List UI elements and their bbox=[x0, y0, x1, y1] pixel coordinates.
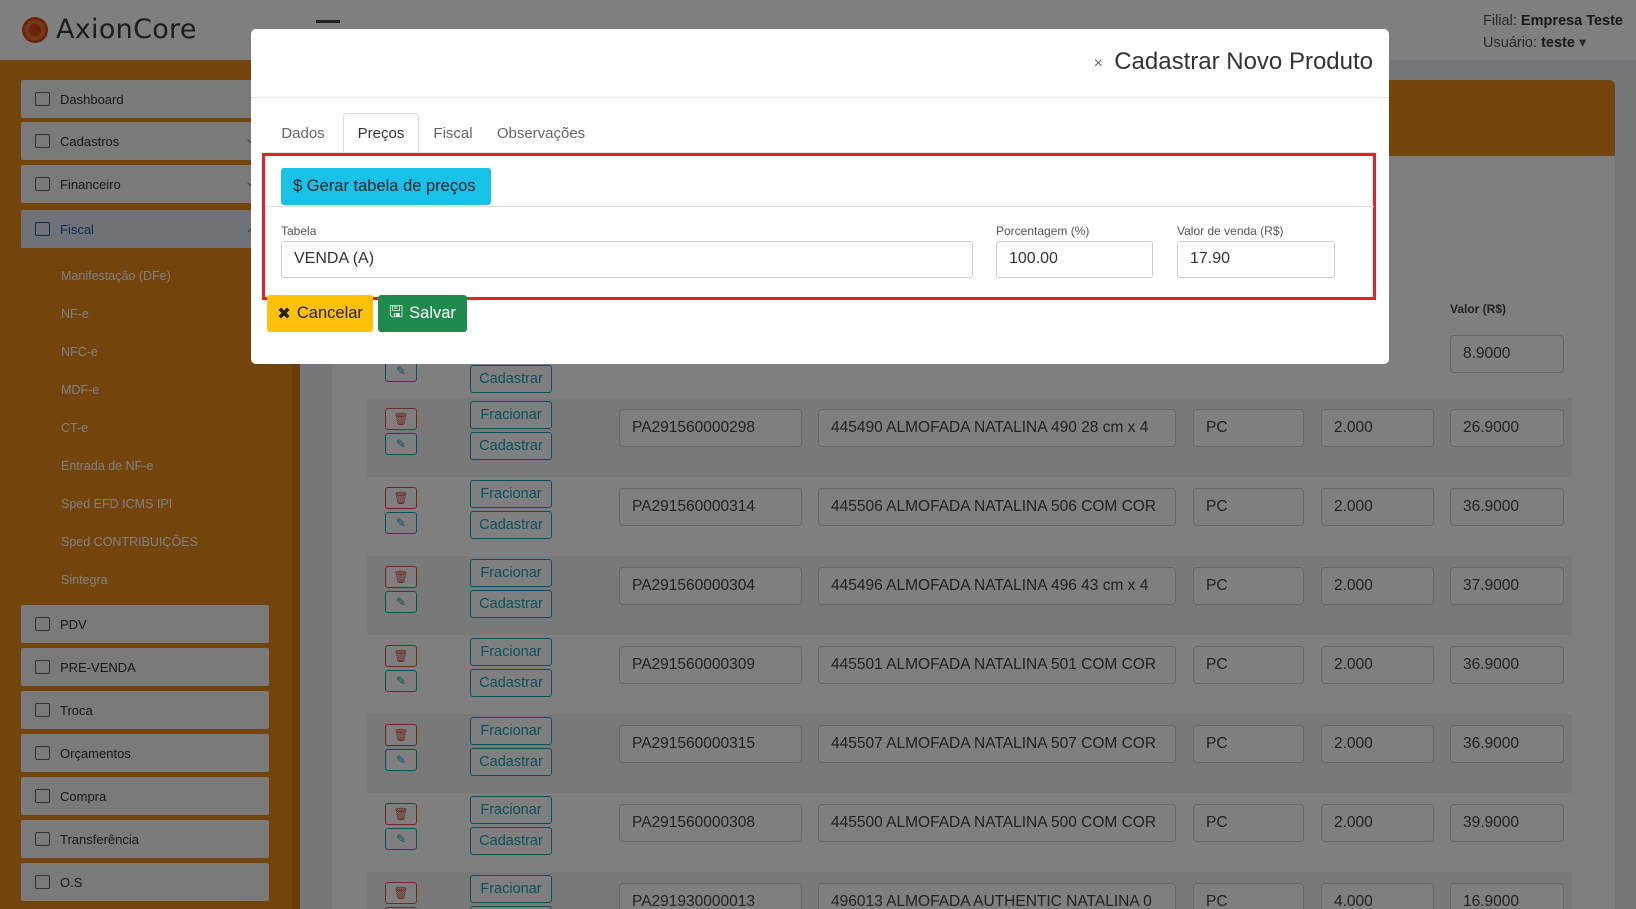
dollar-icon: $ bbox=[293, 177, 307, 195]
modal-header: × Cadastrar Novo Produto bbox=[251, 29, 1389, 98]
times-icon: ✖ bbox=[277, 304, 291, 323]
save-button[interactable]: 🖫 Salvar bbox=[378, 295, 467, 332]
tab-fiscal[interactable]: Fiscal bbox=[421, 113, 485, 153]
tab-precos[interactable]: Preços bbox=[343, 113, 419, 153]
cancel-button[interactable]: ✖ Cancelar bbox=[267, 295, 373, 332]
cancel-label: Cancelar bbox=[296, 304, 363, 322]
new-product-modal: × Cadastrar Novo Produto Dados Preços Fi… bbox=[251, 29, 1389, 364]
valor-venda-label: Valor de venda (R$) bbox=[1177, 224, 1284, 238]
porcentagem-input[interactable]: 100.00 bbox=[996, 241, 1153, 278]
porcentagem-label: Porcentagem (%) bbox=[996, 224, 1090, 238]
save-label: Salvar bbox=[409, 304, 456, 322]
modal-title: Cadastrar Novo Produto bbox=[1114, 48, 1373, 75]
tab-observacoes[interactable]: Observações bbox=[487, 113, 595, 153]
valor-venda-input[interactable]: 17.90 bbox=[1177, 241, 1335, 278]
floppy-disk-icon: 🖫 bbox=[389, 302, 404, 321]
section-divider bbox=[265, 206, 1374, 207]
close-icon[interactable]: × bbox=[1094, 55, 1103, 73]
tabela-select[interactable]: VENDA (A) bbox=[281, 241, 973, 278]
tabela-label: Tabela bbox=[281, 224, 317, 238]
tab-dados[interactable]: Dados bbox=[265, 113, 341, 153]
generate-button-label: Gerar tabela de preços bbox=[306, 177, 476, 195]
generate-price-table-button[interactable]: $ Gerar tabela de preços bbox=[281, 168, 491, 205]
modal-tabs: Dados Preços Fiscal Observações bbox=[251, 113, 1389, 153]
